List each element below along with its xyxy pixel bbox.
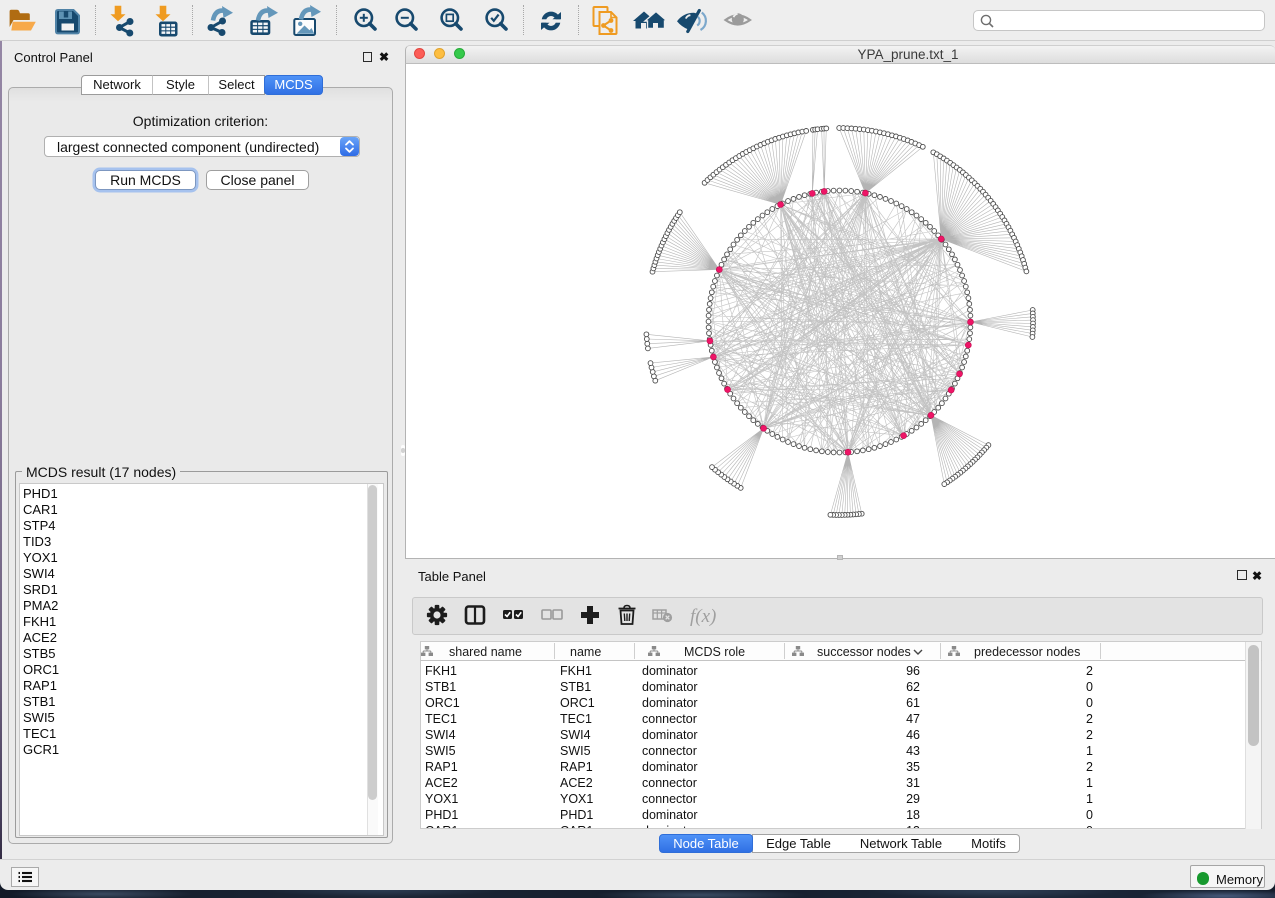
svg-text:f(x): f(x) xyxy=(690,606,716,627)
